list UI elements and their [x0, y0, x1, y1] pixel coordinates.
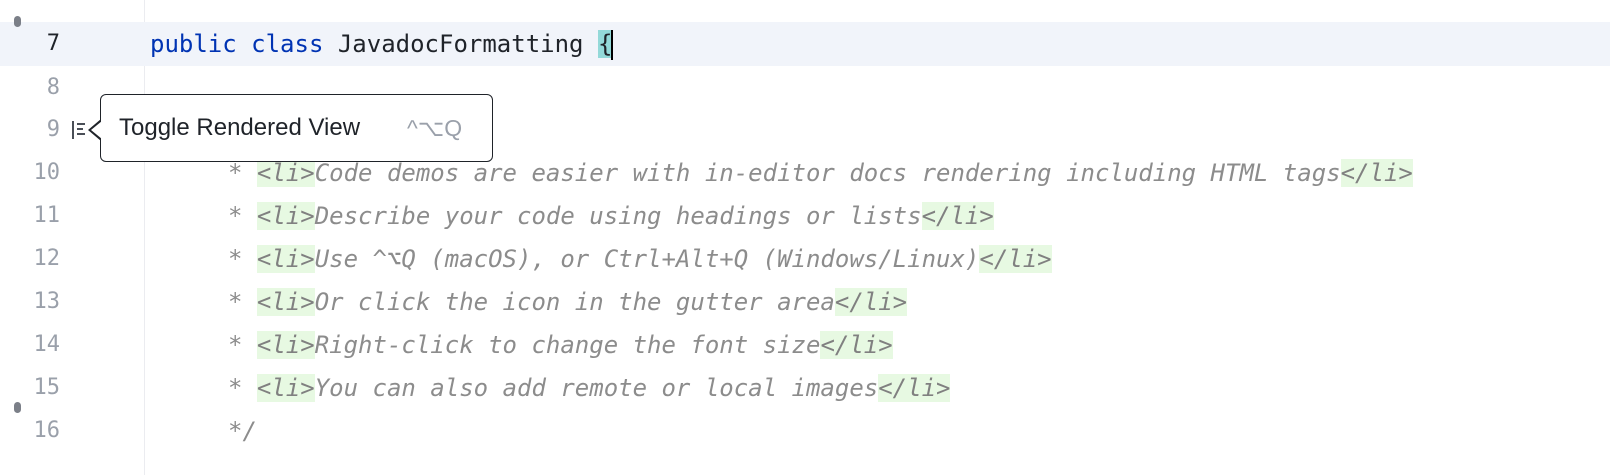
comment-star: * [228, 245, 257, 273]
html-tag-open: <li> [256, 159, 315, 187]
tooltip-shortcut: ^⌥Q [407, 115, 463, 141]
fold-marker-icon[interactable] [14, 16, 21, 27]
doc-comment-line[interactable]: * <li>You can also add remote or local i… [228, 366, 951, 410]
html-tag-close: </li> [878, 374, 951, 402]
keyword-public: public [150, 30, 237, 58]
line-number[interactable]: 15 [0, 366, 61, 410]
html-tag-close: </li> [921, 202, 994, 230]
code-line-7[interactable]: 7 public class JavadocFormatting { [0, 22, 1610, 66]
comment-star: * [228, 331, 257, 359]
comment-star: * [228, 159, 257, 187]
doc-comment-line[interactable]: * <li>Describe your code using headings … [228, 194, 994, 238]
line-number[interactable]: 11 [0, 194, 61, 238]
line-number[interactable]: 12 [0, 237, 61, 281]
html-tag-open: <li> [256, 202, 315, 230]
code-line-13[interactable]: 13 * <li>Or click the icon in the gutter… [0, 280, 1610, 324]
comment-star: * [228, 202, 257, 230]
doc-comment-line[interactable]: * <li>Or click the icon in the gutter ar… [228, 280, 908, 324]
comment-text: Or click the icon in the gutter area [314, 288, 835, 316]
doc-comment-line[interactable]: * <li>Use ^⌥Q (macOS), or Ctrl+Alt+Q (Wi… [228, 237, 1052, 281]
text-caret [611, 30, 614, 60]
code-line-11[interactable]: 11 * <li>Describe your code using headin… [0, 194, 1610, 238]
fold-marker-icon[interactable] [14, 402, 21, 413]
line-number[interactable]: 7 [0, 22, 60, 66]
line-number[interactable]: 14 [0, 323, 61, 367]
comment-end: */ [228, 417, 257, 445]
line-number[interactable]: 9 [0, 108, 60, 152]
code-line-16[interactable]: 16 */ [0, 409, 1610, 453]
code-line-12[interactable]: 12 * <li>Use ^⌥Q (macOS), or Ctrl+Alt+Q … [0, 237, 1610, 281]
html-tag-close: </li> [834, 288, 908, 316]
comment-text: You can also add remote or local images [314, 374, 879, 402]
tooltip-label: Toggle Rendered View [119, 114, 361, 141]
line-number[interactable]: 16 [0, 409, 61, 453]
code-line-14[interactable]: 14 * <li>Right-click to change the font … [0, 323, 1610, 367]
html-tag-close: </li> [1340, 159, 1413, 187]
keyword-class: class [251, 30, 324, 58]
doc-comment-line[interactable]: */ [228, 409, 257, 453]
line-number[interactable]: 8 [0, 66, 60, 110]
doc-comment-line[interactable]: * <li>Right-click to change the font siz… [228, 323, 893, 367]
tooltip-pointer-fill [91, 121, 102, 139]
class-name: JavadocFormatting [323, 30, 598, 58]
html-tag-close: </li> [820, 331, 893, 359]
line-number[interactable]: 13 [0, 280, 61, 324]
comment-star: * [228, 288, 257, 316]
comment-star: * [228, 374, 257, 402]
toggle-rendered-view-tooltip: Toggle Rendered View ^⌥Q [100, 94, 493, 162]
html-tag-open: <li> [256, 331, 315, 359]
html-tag-open: <li> [256, 288, 315, 316]
html-tag-open: <li> [256, 245, 315, 273]
comment-text: Use ^⌥Q (macOS), or Ctrl+Alt+Q (Windows/… [314, 245, 980, 273]
comment-text: Right-click to change the font size [314, 331, 821, 359]
code-editor[interactable]: 7 public class JavadocFormatting { 8 9 1… [0, 0, 1610, 475]
html-tag-close: </li> [979, 245, 1052, 273]
line-number[interactable]: 10 [0, 151, 61, 195]
html-tag-open: <li> [256, 374, 315, 402]
line-code[interactable]: public class JavadocFormatting { [150, 22, 614, 66]
comment-text: Code demos are easier with in-editor doc… [314, 159, 1341, 187]
matched-brace: { [597, 30, 613, 58]
code-line-15[interactable]: 15 * <li>You can also add remote or loca… [0, 366, 1610, 410]
comment-text: Describe your code using headings or lis… [314, 202, 922, 230]
